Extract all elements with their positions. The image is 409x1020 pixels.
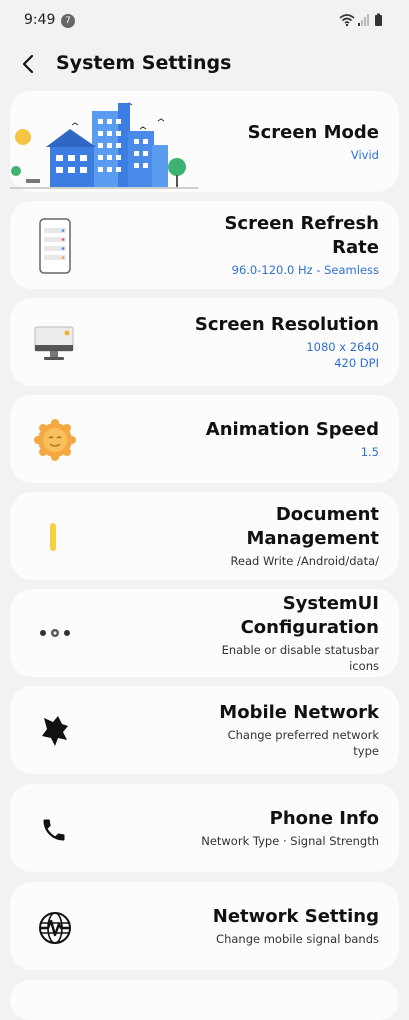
card-title: Mobile Network <box>219 702 379 723</box>
card-subtitle-line2: type <box>353 744 379 758</box>
phone-info-card[interactable]: Phone Info Network Type · Signal Strengt… <box>10 784 399 872</box>
notification-badge: 7 <box>61 14 75 28</box>
card-title: Network Setting <box>212 906 379 927</box>
card-subtitle: Vivid <box>350 147 379 162</box>
sun-icon <box>34 419 76 461</box>
page-title: System Settings <box>56 52 232 74</box>
card-text: Network Setting Change mobile signal ban… <box>149 882 379 970</box>
document-management-card[interactable]: Document Management Read Write /Android/… <box>10 492 399 580</box>
card-title-line2: Management <box>246 528 380 549</box>
card-text: Screen Refresh Rate 96.0-120.0 Hz - Seam… <box>149 201 379 289</box>
card-text: SystemUI Configuration Enable or disable… <box>149 589 379 677</box>
monitor-icon <box>34 326 74 360</box>
status-icons <box>339 13 382 27</box>
card-text: Mobile Network Change preferred network … <box>149 686 379 774</box>
card-title-line2: Rate <box>332 237 379 258</box>
screen-mode-card[interactable]: Screen Mode Vivid <box>10 91 399 192</box>
card-text: Animation Speed 1.5 <box>149 395 379 483</box>
phone-screen-icon <box>39 218 71 274</box>
card-subtitle: Change mobile signal bands <box>216 932 379 946</box>
card-subtitle: Enable or disable statusbar <box>221 643 379 657</box>
card-title: Screen Refresh <box>224 213 379 234</box>
card-title: Screen Mode <box>247 121 379 143</box>
card-title: Animation Speed <box>205 419 379 440</box>
battery-icon <box>375 13 382 26</box>
card-subtitle-line2: 420 DPI <box>334 356 379 370</box>
header: System Settings <box>0 42 409 88</box>
wifi-icon <box>339 14 355 27</box>
yellow-bar-icon <box>50 523 56 551</box>
phone-icon <box>43 819 65 841</box>
next-card-partial[interactable] <box>10 980 399 1020</box>
card-subtitle: Change preferred network <box>227 728 379 742</box>
card-subtitle: 1.5 <box>360 445 379 459</box>
back-icon[interactable] <box>16 50 42 78</box>
card-text: Phone Info Network Type · Signal Strengt… <box>149 784 379 872</box>
network-puzzle-icon <box>42 716 68 746</box>
card-title: Document <box>275 504 379 525</box>
network-setting-card[interactable]: Network Setting Change mobile signal ban… <box>10 882 399 970</box>
mobile-network-card[interactable]: Mobile Network Change preferred network … <box>10 686 399 774</box>
card-title: SystemUI <box>282 593 379 614</box>
card-text: Document Management Read Write /Android/… <box>149 492 379 580</box>
card-text: Screen Resolution 1080 x 2640 420 DPI <box>149 298 379 386</box>
card-subtitle: Read Write /Android/data/ <box>230 554 379 568</box>
card-text: Screen Mode Vivid <box>149 91 379 192</box>
globe-pulse-icon <box>39 912 71 944</box>
status-bar: 9:49 7 <box>0 0 409 42</box>
card-subtitle: Network Type · Signal Strength <box>201 834 379 848</box>
card-title: Phone Info <box>269 808 379 829</box>
systemui-configuration-card[interactable]: SystemUI Configuration Enable or disable… <box>10 589 399 677</box>
card-subtitle: 96.0-120.0 Hz - Seamless <box>231 263 379 277</box>
animation-speed-card[interactable]: Animation Speed 1.5 <box>10 395 399 483</box>
status-time: 9:49 <box>24 12 56 28</box>
card-title-line2: Configuration <box>240 617 379 638</box>
screen-resolution-card[interactable]: Screen Resolution 1080 x 2640 420 DPI <box>10 298 399 386</box>
card-subtitle-line2: icons <box>349 659 379 673</box>
card-subtitle: 1080 x 2640 <box>306 340 379 354</box>
signal-icon <box>358 14 369 26</box>
screen-refresh-rate-card[interactable]: Screen Refresh Rate 96.0-120.0 Hz - Seam… <box>10 201 399 289</box>
dots-icon <box>40 629 70 637</box>
card-title: Screen Resolution <box>194 314 379 335</box>
